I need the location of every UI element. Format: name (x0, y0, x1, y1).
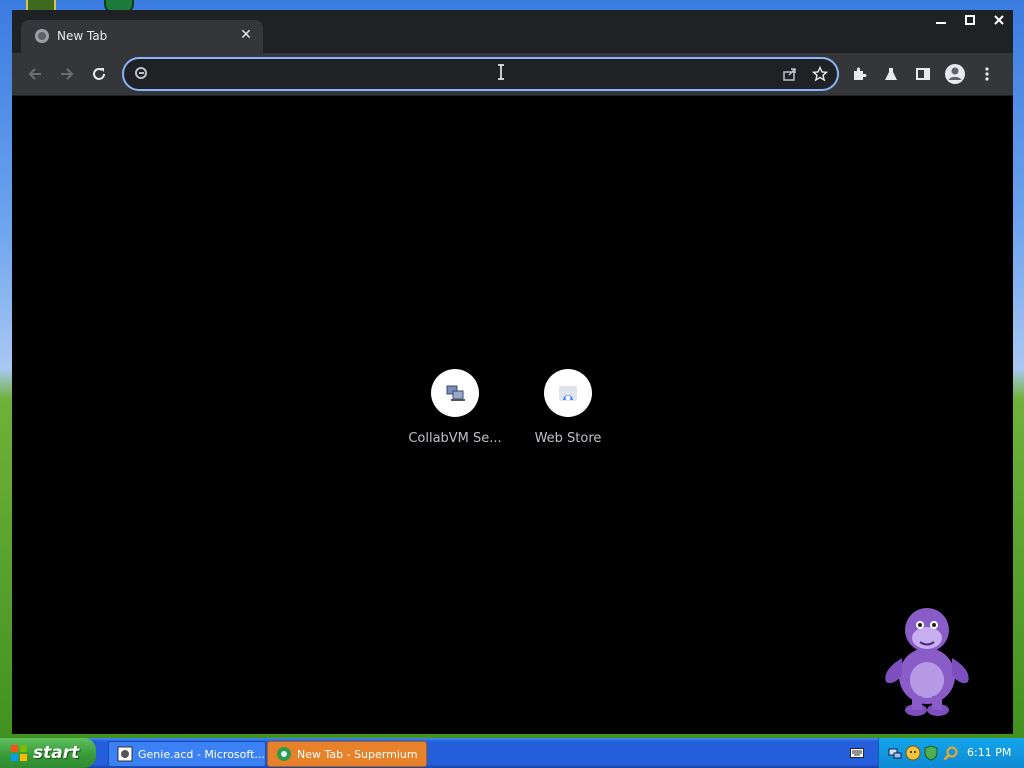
title-bar: New Tab ✕ (12, 10, 1013, 53)
bonzi-buddy-character[interactable] (880, 598, 974, 722)
tab-new-tab[interactable]: New Tab ✕ (21, 20, 263, 53)
clock[interactable]: 6:11 PM (967, 746, 1011, 759)
taskbar-item-supermium[interactable]: New Tab - Supermium (267, 741, 427, 767)
back-arrow-icon[interactable] (21, 60, 49, 88)
puzzle-icon[interactable] (845, 60, 873, 88)
labs-flask-icon[interactable] (877, 60, 905, 88)
computers-icon (431, 369, 479, 417)
system-tray: 6:11 PM (878, 738, 1024, 768)
tab-title: New Tab (57, 29, 108, 43)
side-panel-icon[interactable] (909, 60, 937, 88)
profile-avatar-icon[interactable] (941, 60, 969, 88)
star-icon[interactable] (806, 60, 834, 88)
taskbar-item-label: Genie.acd - Microsoft... (138, 747, 265, 761)
shortcut-collabvm[interactable]: CollabVM Se... (399, 369, 511, 446)
forward-arrow-icon[interactable] (53, 60, 81, 88)
supermium-icon (277, 747, 291, 761)
start-label: start (33, 743, 80, 763)
web-store-icon (544, 369, 592, 417)
taskbar: start Genie.acd - Microsoft... New Tab -… (0, 738, 1024, 768)
search-icon[interactable] (943, 745, 959, 761)
agent-character-editor-icon (117, 746, 133, 762)
browser-window: New Tab ✕ CollabVM Se... Web Store (12, 10, 1013, 734)
kebab-menu-icon[interactable] (973, 60, 1001, 88)
taskbar-item-label: New Tab - Supermium (297, 747, 418, 761)
text-cursor-icon (498, 64, 504, 80)
shortcut-web-store[interactable]: Web Store (512, 369, 624, 446)
windows-flag-icon (11, 745, 27, 761)
omnibox[interactable] (122, 57, 839, 91)
reload-icon[interactable] (85, 60, 113, 88)
tab-close-icon[interactable]: ✕ (237, 26, 255, 44)
toolbar (12, 53, 1013, 96)
globe-icon (35, 29, 49, 43)
taskbar-item-genie[interactable]: Genie.acd - Microsoft... (108, 741, 266, 767)
network-icon[interactable] (887, 745, 903, 761)
search-engine-icon (134, 66, 148, 80)
close-icon[interactable] (984, 10, 1013, 30)
shortcut-label: CollabVM Se... (408, 431, 502, 446)
address-input[interactable] (156, 63, 760, 87)
shield-icon[interactable] (923, 745, 939, 761)
start-button[interactable]: start (0, 738, 96, 768)
shortcut-label: Web Store (534, 431, 602, 446)
minimize-icon[interactable] (926, 10, 955, 30)
bonzi-icon[interactable] (905, 745, 921, 761)
maximize-icon[interactable] (955, 10, 984, 30)
keyboard-layout-icon[interactable] (850, 747, 864, 759)
window-controls (926, 10, 1013, 30)
share-icon[interactable] (776, 60, 804, 88)
